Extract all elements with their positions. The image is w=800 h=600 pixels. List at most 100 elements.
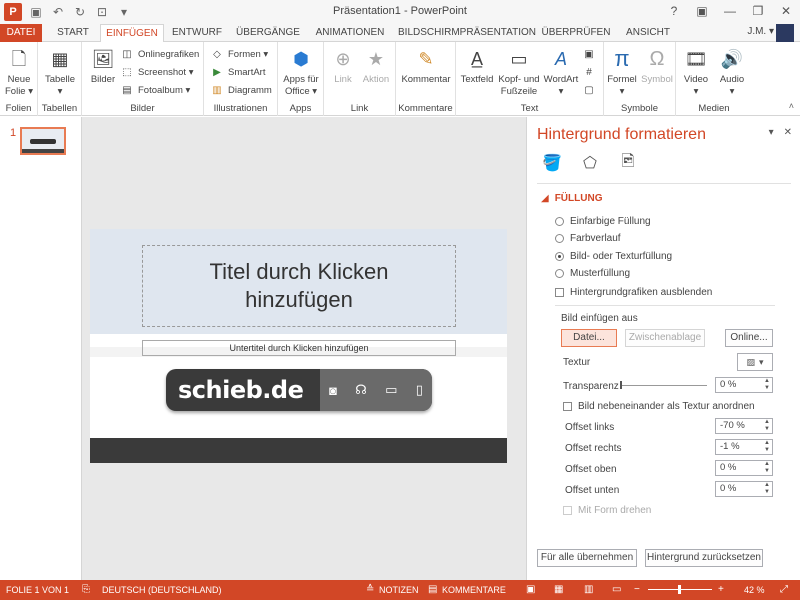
insert-clipboard-button[interactable]: Zwischenablage — [625, 329, 705, 347]
tab-ansicht[interactable]: ANSICHT — [620, 24, 676, 42]
title-placeholder[interactable]: Titel durch Klicken hinzufügen — [142, 245, 456, 327]
date-time-button[interactable]: ▣ — [582, 46, 596, 62]
offset-top-spinner[interactable]: 0 % ▲ ▼ — [715, 460, 773, 476]
comments-icon[interactable]: ▤ — [428, 584, 437, 595]
insert-file-button[interactable]: Datei... — [561, 329, 617, 347]
link-button[interactable]: ⊕ Link — [328, 46, 358, 86]
tab-uebergaenge[interactable]: ÜBERGÄNGE — [232, 24, 304, 42]
tab-ueberpruefen[interactable]: ÜBERPRÜFEN — [540, 24, 612, 42]
undo-icon[interactable]: ↶ — [50, 4, 66, 20]
pane-options-icon[interactable]: ▾ — [769, 127, 774, 138]
slide-number-button[interactable]: # — [582, 64, 596, 80]
avatar[interactable] — [776, 24, 794, 42]
texture-dropdown[interactable]: ▨ ▾ — [737, 353, 773, 371]
slide-info[interactable]: FOLIE 1 VON 1 — [6, 585, 69, 595]
notes-icon[interactable]: ≙ — [366, 584, 374, 595]
comment-button[interactable]: ✎ Kommentar — [400, 46, 452, 86]
insert-online-button[interactable]: Online... — [725, 329, 773, 347]
notes-button[interactable]: NOTIZEN — [379, 585, 419, 595]
radio-solid-fill[interactable]: Einfarbige Füllung — [555, 216, 651, 227]
object-button[interactable]: ▢ — [582, 82, 596, 98]
chart-button[interactable]: ▥ Diagramm — [210, 82, 272, 98]
spellcheck-icon[interactable]: ⎘ — [82, 584, 90, 595]
shapes-button[interactable]: ◇ Formen ▾ — [210, 46, 268, 62]
new-slide-label-2: Folie ▾ — [5, 86, 33, 97]
apply-to-all-button[interactable]: Für alle übernehmen — [537, 549, 637, 567]
slide-thumbnail[interactable] — [20, 127, 66, 155]
reset-background-button[interactable]: Hintergrund zurücksetzen — [645, 549, 763, 567]
header-footer-button[interactable]: ▭ Kopf- und Fußzeile — [496, 46, 542, 98]
spinner-arrows-icon[interactable]: ▲ ▼ — [762, 440, 772, 454]
fit-slide-icon[interactable]: ⤢ — [780, 584, 788, 595]
tab-datei[interactable]: DATEI — [0, 24, 42, 42]
picture-icon[interactable]: 🖻 — [617, 153, 639, 173]
new-slide-button[interactable]: 🗋 Neue Folie ▾ — [4, 46, 34, 98]
video-button[interactable]: 🎞 Video ▾ — [680, 46, 712, 98]
table-button[interactable]: ▦ Tabelle ▾ — [44, 46, 76, 98]
spinner-arrows-icon[interactable]: ▲ ▼ — [762, 482, 772, 496]
normal-view-icon[interactable]: ▣ — [526, 584, 535, 595]
powerpoint-logo-icon[interactable]: P — [4, 3, 22, 21]
transparency-spinner[interactable]: 0 % ▲ ▼ — [715, 377, 773, 393]
tab-einfuegen[interactable]: EINFÜGEN — [100, 24, 164, 43]
spinner-arrows-icon[interactable]: ▲ ▼ — [762, 461, 772, 475]
zoom-level[interactable]: 42 % — [744, 585, 765, 595]
tab-start[interactable]: START — [50, 24, 96, 42]
zoom-slider-thumb[interactable] — [678, 585, 681, 594]
slideshow-icon[interactable]: ▭ — [612, 584, 621, 595]
language[interactable]: DEUTSCH (DEUTSCHLAND) — [102, 585, 222, 595]
comments-button[interactable]: KOMMENTARE — [442, 585, 506, 595]
pictures-button[interactable]: 🖼 Bilder — [88, 46, 118, 86]
collapse-ribbon-icon[interactable]: ˄ — [789, 101, 794, 111]
photo-album-button[interactable]: ▤ Fotoalbum ▾ — [120, 82, 190, 98]
checkbox-hide-background-graphics[interactable]: Hintergrundgrafiken ausblenden — [555, 287, 712, 298]
save-icon[interactable]: ▣ — [28, 4, 44, 20]
minimize-icon[interactable]: — — [716, 0, 744, 22]
screenshot-button[interactable]: ⬚ Screenshot ▾ — [120, 64, 193, 80]
radio-picture-fill[interactable]: Bild- oder Texturfüllung — [555, 251, 672, 262]
smartart-button[interactable]: ▶ SmartArt — [210, 64, 265, 80]
radio-gradient-fill[interactable]: Farbverlauf — [555, 233, 621, 244]
symbol-icon: Ω — [649, 48, 665, 70]
tab-entwurf[interactable]: ENTWURF — [168, 24, 226, 42]
spinner-arrows-icon[interactable]: ▲ ▼ — [762, 378, 772, 392]
tab-animationen[interactable]: ANIMATIONEN — [310, 24, 390, 42]
slide-sorter-icon[interactable]: ▦ — [554, 584, 563, 595]
zoom-in-icon[interactable]: + — [718, 584, 724, 595]
slide[interactable]: Titel durch Klicken hinzufügen Untertite… — [90, 229, 507, 463]
section-fill-header[interactable]: ◢ FÜLLUNG — [541, 193, 602, 204]
fill-bucket-icon[interactable]: 🪣 — [541, 153, 563, 173]
reading-view-icon[interactable]: ▥ — [584, 584, 593, 595]
audio-button[interactable]: 🔊 Audio ▾ — [716, 46, 748, 98]
textbox-button[interactable]: A̲ Textfeld — [460, 46, 494, 86]
close-icon[interactable]: ✕ — [772, 0, 800, 22]
offset-bottom-spinner[interactable]: 0 % ▲ ▼ — [715, 481, 773, 497]
online-pictures-button[interactable]: ◫ Onlinegrafiken — [120, 46, 199, 62]
subtitle-placeholder[interactable]: Untertitel durch Klicken hinzufügen — [142, 340, 456, 356]
checkbox-tile-as-texture[interactable]: Bild nebeneinander als Textur anordnen — [563, 401, 755, 412]
offset-right-spinner[interactable]: -1 % ▲ ▼ — [715, 439, 773, 455]
checkbox-rotate-with-shape[interactable]: Mit Form drehen — [563, 505, 651, 516]
customize-qat-icon[interactable]: ▾ — [116, 4, 132, 20]
transparency-slider-thumb[interactable] — [620, 381, 622, 389]
action-button[interactable]: ★ Aktion — [360, 46, 392, 86]
effects-pentagon-icon[interactable]: ⬠ — [579, 153, 601, 173]
zoom-out-icon[interactable]: − — [634, 584, 640, 595]
redo-icon[interactable]: ↻ — [72, 4, 88, 20]
wordart-button[interactable]: A WordArt ▾ — [542, 46, 580, 98]
equation-button[interactable]: π Formel ▾ — [606, 46, 638, 98]
tab-bildschirmpraesentation[interactable]: BILDSCHIRMPRÄSENTATION — [396, 24, 538, 42]
transparency-slider[interactable] — [621, 385, 707, 386]
help-icon[interactable]: ? — [660, 0, 688, 22]
symbol-button[interactable]: Ω Symbol — [640, 46, 674, 86]
apps-for-office-button[interactable]: ⬢ Apps für Office ▾ — [280, 46, 322, 98]
ribbon-display-icon[interactable]: ▣ — [688, 0, 716, 22]
present-icon[interactable]: ⊡ — [94, 4, 110, 20]
spinner-arrows-icon[interactable]: ▲ ▼ — [762, 419, 772, 433]
radio-pattern-fill[interactable]: Musterfüllung — [555, 268, 630, 279]
offset-left-spinner[interactable]: -70 % ▲ ▼ — [715, 418, 773, 434]
photo-album-icon: ▤ — [122, 84, 132, 96]
maximize-icon[interactable]: ❐ — [744, 0, 772, 22]
user-name[interactable]: J.M. ▾ — [747, 26, 774, 37]
pane-close-icon[interactable]: ✕ — [784, 127, 792, 138]
